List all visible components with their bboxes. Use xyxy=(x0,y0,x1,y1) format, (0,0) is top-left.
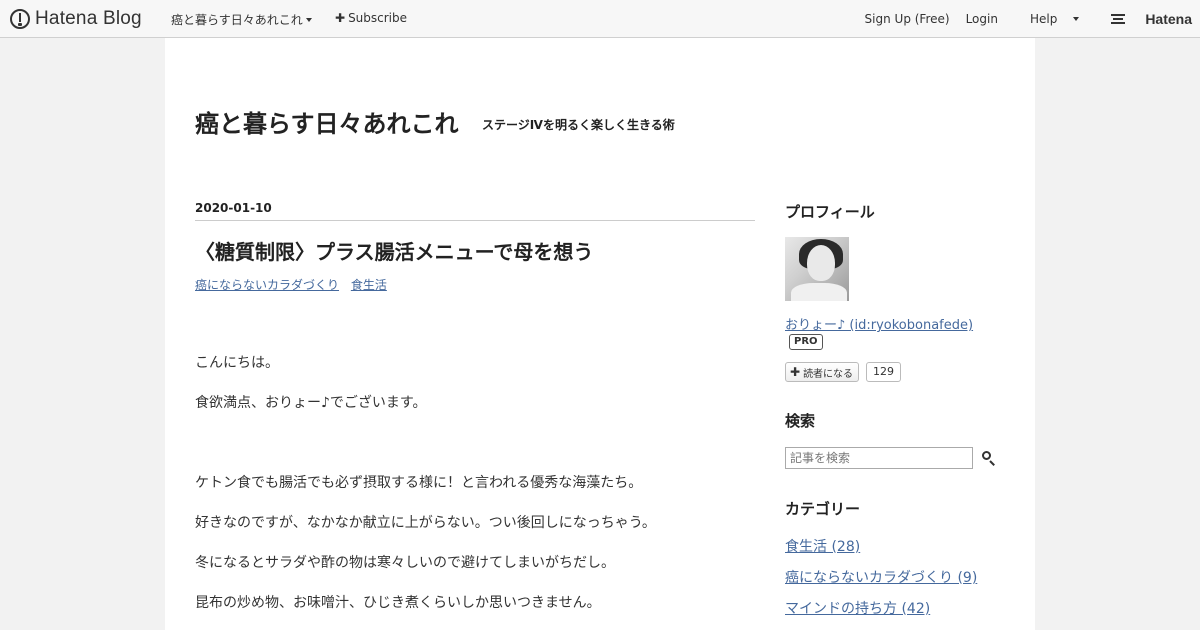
signup-link[interactable]: Sign Up (Free) xyxy=(865,12,950,26)
subscribe-label: Subscribe xyxy=(348,11,408,25)
search-input[interactable] xyxy=(785,447,973,469)
entry-date[interactable]: 2020-01-10 xyxy=(195,201,272,215)
subscriber-count[interactable]: 129 xyxy=(866,362,901,382)
blog-name-label: 癌と暮らす日々あれこれ xyxy=(171,13,303,27)
blog-description: ステージⅣを明るく楽しく生きる術 xyxy=(482,118,675,132)
entry-paragraph: 好きなのですが、なかなか献立に上がらない。つい後回しになっちゃう。 xyxy=(195,515,656,531)
sidebar-category-link[interactable]: 癌にならないカラダづくり (9) xyxy=(785,567,977,587)
profile-heading: プロフィール xyxy=(785,203,875,221)
blog-title[interactable]: 癌と暮らす日々あれこれ xyxy=(195,104,459,139)
hatena-blog-logo-text: Hatena Blog xyxy=(35,8,142,29)
entry-paragraph: こんにちは。 xyxy=(195,355,279,371)
search-icon-handle xyxy=(989,460,995,466)
search-heading: 検索 xyxy=(785,412,816,430)
profile-avatar[interactable] xyxy=(785,237,849,301)
hatena-blog-logo-icon xyxy=(10,9,30,29)
sidebar-category-link[interactable]: 食生活 (28) xyxy=(785,536,860,556)
search-icon-lens xyxy=(982,451,991,460)
help-menu[interactable]: Help xyxy=(1014,12,1080,26)
subscribe-link[interactable]: ✚ Subscribe xyxy=(335,11,407,25)
entry-paragraph: 食欲満点、おりょー♪でございます。 xyxy=(195,395,427,411)
profile-name-link[interactable]: おりょー♪ (id:ryokobonafede) xyxy=(785,314,973,333)
plus-icon: ✚ xyxy=(335,11,346,25)
entry-divider xyxy=(195,220,755,221)
hatena-logo[interactable]: Hatena xyxy=(1095,11,1192,27)
help-label: Help xyxy=(1029,12,1058,26)
hatena-blog-logo[interactable]: Hatena Blog xyxy=(10,8,142,30)
entry-title[interactable]: 〈糖質制限〉プラス腸活メニューで母を想う xyxy=(195,236,593,265)
entry-category-link[interactable]: 癌にならないカラダづくり xyxy=(195,278,339,292)
global-header: Hatena Blog 癌と暮らす日々あれこれ ✚ Subscribe Sign … xyxy=(0,0,1200,38)
entry-paragraph: 昆布の炒め物、お味噌汁、ひじき煮くらいしか思いつきません。 xyxy=(195,595,601,611)
hatena-logo-text: Hatena xyxy=(1145,11,1192,27)
hatena-wing-icon xyxy=(1111,14,1126,24)
blog-name-menu[interactable]: 癌と暮らす日々あれこれ xyxy=(171,11,312,28)
chevron-down-icon xyxy=(305,18,312,22)
entry-paragraph: ケトン食でも腸活でも必ず摂取する様に！と言われる優秀な海藻たち。 xyxy=(195,475,643,491)
plus-icon: ✚ xyxy=(790,365,801,379)
avatar-face xyxy=(807,245,835,281)
subscribe-button-label: 読者になる xyxy=(803,368,854,380)
entry-paragraph: 冬になるとサラダや酢の物は寒々しいので避けてしまいがちだし。 xyxy=(195,555,615,571)
avatar-body xyxy=(791,283,847,301)
login-link[interactable]: Login xyxy=(966,12,998,26)
header-right-nav: Sign Up (Free) Login Help Hatena xyxy=(849,11,1192,27)
blog-container: 癌と暮らす日々あれこれ ステージⅣを明るく楽しく生きる術 2020-01-10 … xyxy=(165,38,1035,630)
chevron-down-icon xyxy=(1073,17,1080,21)
pro-badge: PRO xyxy=(789,334,823,350)
subscribe-button[interactable]: ✚ 読者になる xyxy=(785,362,860,382)
entry-categories: 癌にならないカラダづくり 食生活 xyxy=(195,276,395,293)
search-icon[interactable] xyxy=(981,450,997,466)
category-heading: カテゴリー xyxy=(785,500,861,518)
sidebar-category-link[interactable]: マインドの持ち方 (42) xyxy=(785,598,930,618)
entry-category-link[interactable]: 食生活 xyxy=(351,278,387,292)
